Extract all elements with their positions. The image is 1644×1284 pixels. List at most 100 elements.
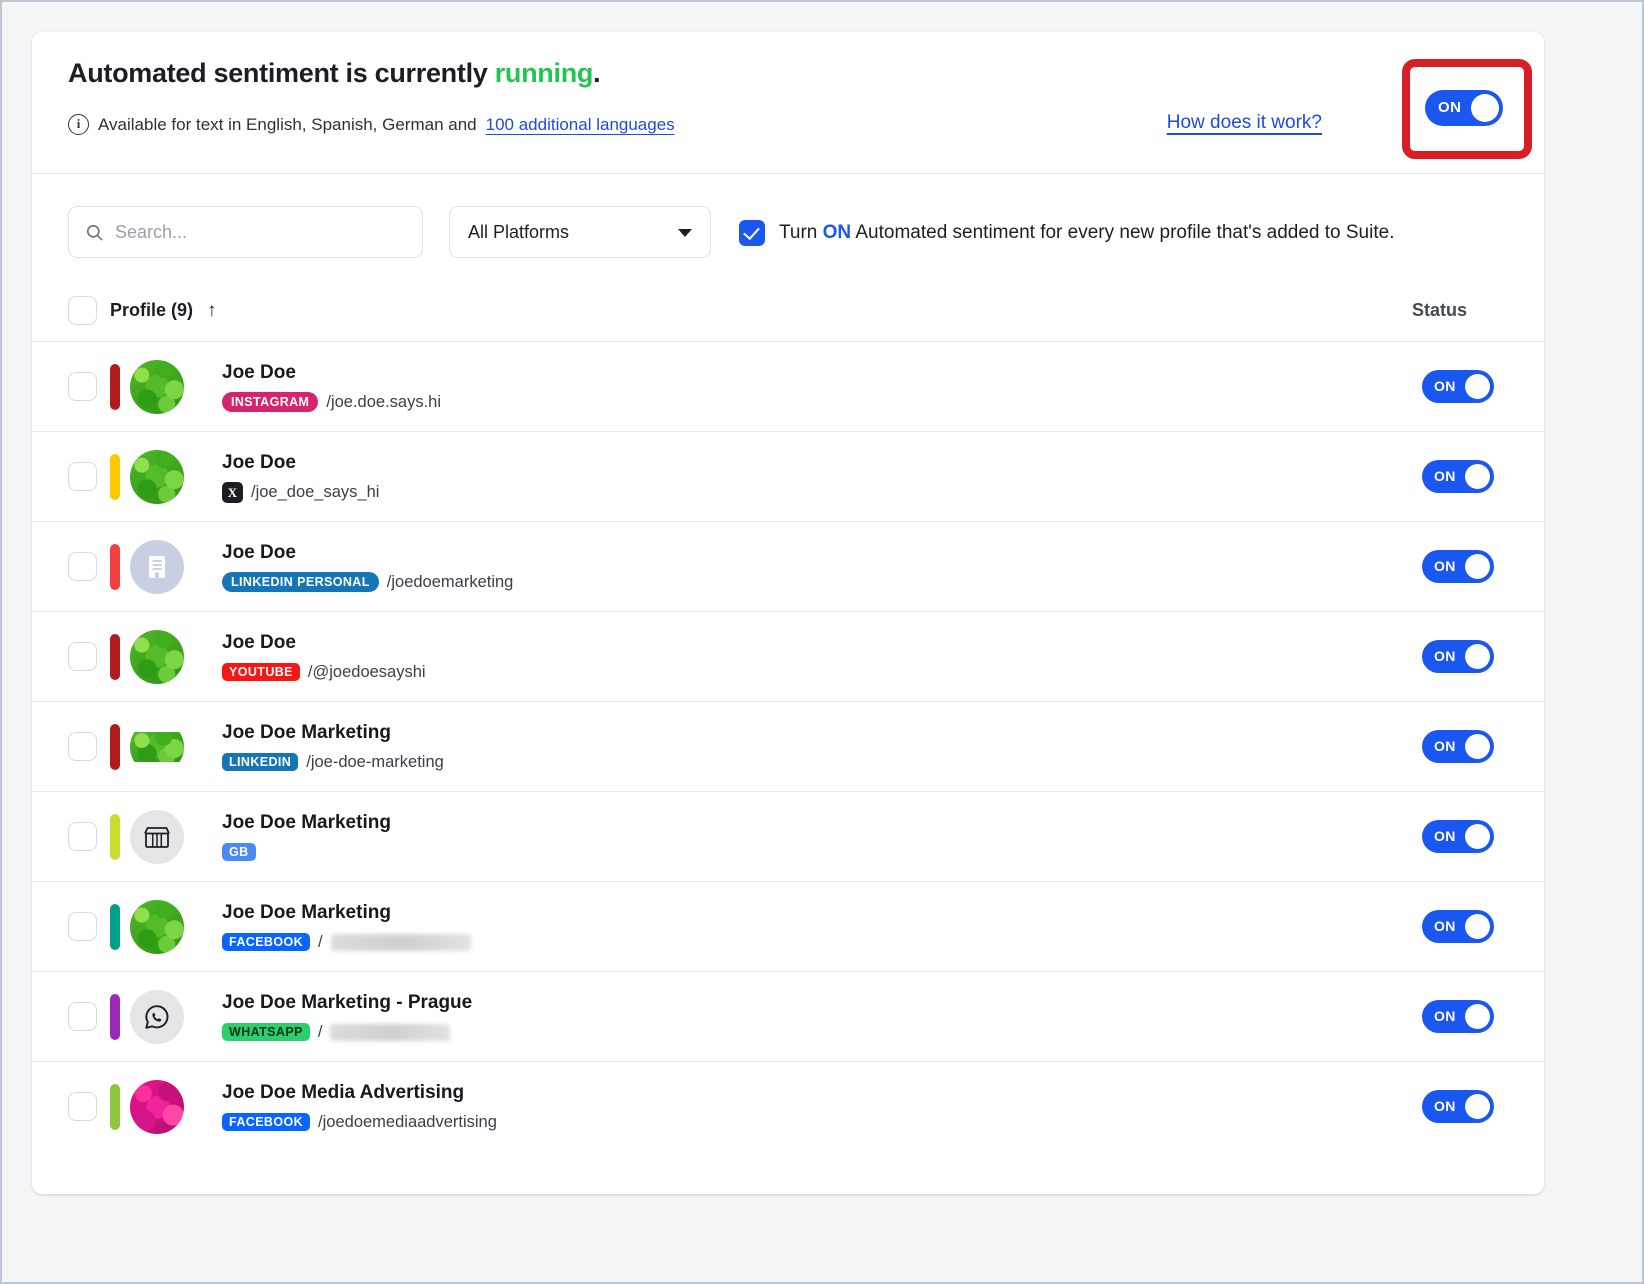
row-status-toggle[interactable]: ON <box>1422 370 1494 403</box>
row-status-toggle[interactable]: ON <box>1422 910 1494 943</box>
toggle-track[interactable]: ON <box>1422 460 1494 493</box>
profile-meta: FACEBOOK/ <box>222 931 471 953</box>
row-status-toggle[interactable]: ON <box>1422 730 1494 763</box>
auto-enable-label: Turn ON Automated sentiment for every ne… <box>779 222 1394 244</box>
building-icon <box>145 554 169 580</box>
search-input[interactable]: Search... <box>68 206 423 258</box>
profile-info: Joe Doe Media AdvertisingFACEBOOK/joedoe… <box>222 1080 497 1133</box>
table-header: Profile (9) ↑ Status <box>32 284 1544 342</box>
toggle-label: ON <box>1434 1090 1456 1123</box>
row-checkbox[interactable] <box>68 912 97 941</box>
toggle-label: ON <box>1434 460 1456 493</box>
profile-column-label: Profile (9) <box>110 300 193 321</box>
page-title: Automated sentiment is currently running… <box>68 58 600 89</box>
auto-enable-new-profiles-row[interactable]: Turn ON Automated sentiment for every ne… <box>739 220 1394 246</box>
whatsapp-icon <box>143 1003 171 1031</box>
auto-enable-checkbox[interactable] <box>739 220 765 246</box>
avatar <box>130 810 184 864</box>
table-row[interactable]: Joe DoeINSTAGRAM/joe.doe.says.hiON <box>32 342 1544 432</box>
platform-badge: GB <box>222 843 256 862</box>
platform-badge: WHATSAPP <box>222 1023 310 1042</box>
master-sentiment-toggle[interactable]: ON <box>1425 90 1503 126</box>
row-color-bar <box>110 1084 120 1130</box>
row-color-bar <box>110 904 120 950</box>
row-status-toggle[interactable]: ON <box>1422 460 1494 493</box>
row-status-toggle[interactable]: ON <box>1422 550 1494 583</box>
avatar <box>130 720 184 774</box>
row-color-bar <box>110 454 120 500</box>
sort-ascending-icon[interactable]: ↑ <box>207 301 217 320</box>
row-checkbox[interactable] <box>68 462 97 491</box>
profile-handle: /@joedoesayshi <box>308 663 426 682</box>
row-checkbox[interactable] <box>68 732 97 761</box>
profile-handle: / <box>318 1023 323 1042</box>
profile-meta: LINKEDIN/joe-doe-marketing <box>222 751 444 773</box>
profile-photo <box>130 990 184 1044</box>
toggle-track[interactable]: ON <box>1422 910 1494 943</box>
row-checkbox[interactable] <box>68 372 97 401</box>
profile-handle: /joedoemediaadvertising <box>318 1113 497 1132</box>
toggle-label: ON <box>1434 640 1456 673</box>
toggle-label: ON <box>1434 730 1456 763</box>
profile-photo <box>130 1080 184 1134</box>
search-icon <box>85 223 104 242</box>
profile-meta: WHATSAPP / <box>222 1021 472 1043</box>
row-checkbox[interactable] <box>68 1002 97 1031</box>
platform-badge: FACEBOOK <box>222 1113 310 1132</box>
row-checkbox[interactable] <box>68 822 97 851</box>
platform-badge: LINKEDIN PERSONAL <box>222 572 379 593</box>
row-checkbox[interactable] <box>68 642 97 671</box>
row-checkbox[interactable] <box>68 552 97 581</box>
table-row[interactable]: Joe DoeX/joe_doe_says_hiON <box>32 432 1544 522</box>
toggle-label: ON <box>1434 820 1456 853</box>
profile-handle: /joedoemarketing <box>387 573 514 592</box>
toggle-track[interactable]: ON <box>1422 550 1494 583</box>
toggle-track[interactable]: ON <box>1422 1000 1494 1033</box>
row-status-toggle[interactable]: ON <box>1422 640 1494 673</box>
table-row[interactable]: Joe Doe MarketingGBON <box>32 792 1544 882</box>
how-does-it-work-link[interactable]: How does it work? <box>1167 112 1322 134</box>
profile-meta: FACEBOOK/joedoemediaadvertising <box>222 1111 497 1133</box>
toggle-track[interactable]: ON <box>1422 640 1494 673</box>
profile-photo <box>130 732 184 762</box>
profile-name: Joe Doe <box>222 540 513 566</box>
platform-badge: LINKEDIN <box>222 753 298 772</box>
profile-info: Joe Doe MarketingLINKEDIN/joe-doe-market… <box>222 720 444 773</box>
row-color-bar <box>110 544 120 590</box>
toggle-track[interactable]: ON <box>1425 90 1503 126</box>
row-checkbox[interactable] <box>68 1092 97 1121</box>
avatar <box>130 990 184 1044</box>
profile-list: Joe DoeINSTAGRAM/joe.doe.says.hiONJoe Do… <box>32 342 1544 1152</box>
row-status-toggle[interactable]: ON <box>1422 820 1494 853</box>
table-row[interactable]: Joe Doe Media AdvertisingFACEBOOK/joedoe… <box>32 1062 1544 1152</box>
table-row[interactable]: Joe Doe MarketingLINKEDIN/joe-doe-market… <box>32 702 1544 792</box>
toggle-track[interactable]: ON <box>1422 820 1494 853</box>
select-all-checkbox[interactable] <box>68 296 97 325</box>
automated-sentiment-card: Automated sentiment is currently running… <box>32 32 1544 1194</box>
row-status-toggle[interactable]: ON <box>1422 1000 1494 1033</box>
status-running-text: running <box>495 58 593 88</box>
row-color-bar <box>110 724 120 770</box>
row-color-bar <box>110 994 120 1040</box>
toggle-knob <box>1465 734 1490 759</box>
profile-handle: /joe.doe.says.hi <box>326 393 441 412</box>
table-row[interactable]: Joe Doe LINKEDIN PERSONAL/joedoemarketing… <box>32 522 1544 612</box>
table-row[interactable]: Joe DoeYOUTUBE/@joedoesayshiON <box>32 612 1544 702</box>
toggle-track[interactable]: ON <box>1422 730 1494 763</box>
platform-badge: INSTAGRAM <box>222 392 318 413</box>
profile-column-header[interactable]: Profile (9) ↑ <box>110 296 217 325</box>
table-row[interactable]: Joe Doe MarketingFACEBOOK/ON <box>32 882 1544 972</box>
toggle-knob <box>1465 374 1490 399</box>
toggle-knob <box>1465 914 1490 939</box>
profile-handle: /joe_doe_says_hi <box>251 483 379 502</box>
avatar <box>130 900 184 954</box>
toggle-track[interactable]: ON <box>1422 1090 1494 1123</box>
toggle-track[interactable]: ON <box>1422 370 1494 403</box>
additional-languages-link[interactable]: 100 additional languages <box>486 115 675 135</box>
platform-filter-select[interactable]: All Platforms <box>449 206 711 258</box>
profile-meta: INSTAGRAM/joe.doe.says.hi <box>222 391 441 413</box>
row-status-toggle[interactable]: ON <box>1422 1090 1494 1123</box>
avatar <box>130 540 184 594</box>
table-row[interactable]: Joe Doe Marketing - PragueWHATSAPP/ON <box>32 972 1544 1062</box>
toggle-label: ON <box>1434 910 1456 943</box>
